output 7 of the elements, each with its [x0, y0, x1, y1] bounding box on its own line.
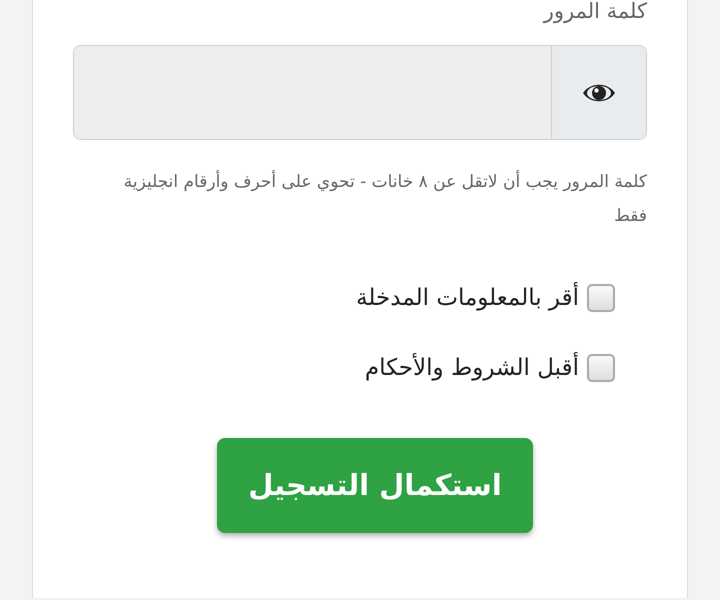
submit-button[interactable]: استكمال التسجيل	[217, 438, 533, 533]
checkbox[interactable]	[587, 284, 615, 312]
checkbox[interactable]	[587, 354, 615, 382]
checkbox-label: أقر بالمعلومات المدخلة	[356, 283, 579, 313]
field-label: كلمة المرور	[542, 0, 647, 24]
password-hint: كلمة المرور يجب أن لاتقل عن ٨ خانات - تحوي على أحرف وأرقام انجليزية فقط	[122, 169, 647, 228]
checkbox-label: أقبل الشروط والأحكام	[364, 353, 579, 383]
